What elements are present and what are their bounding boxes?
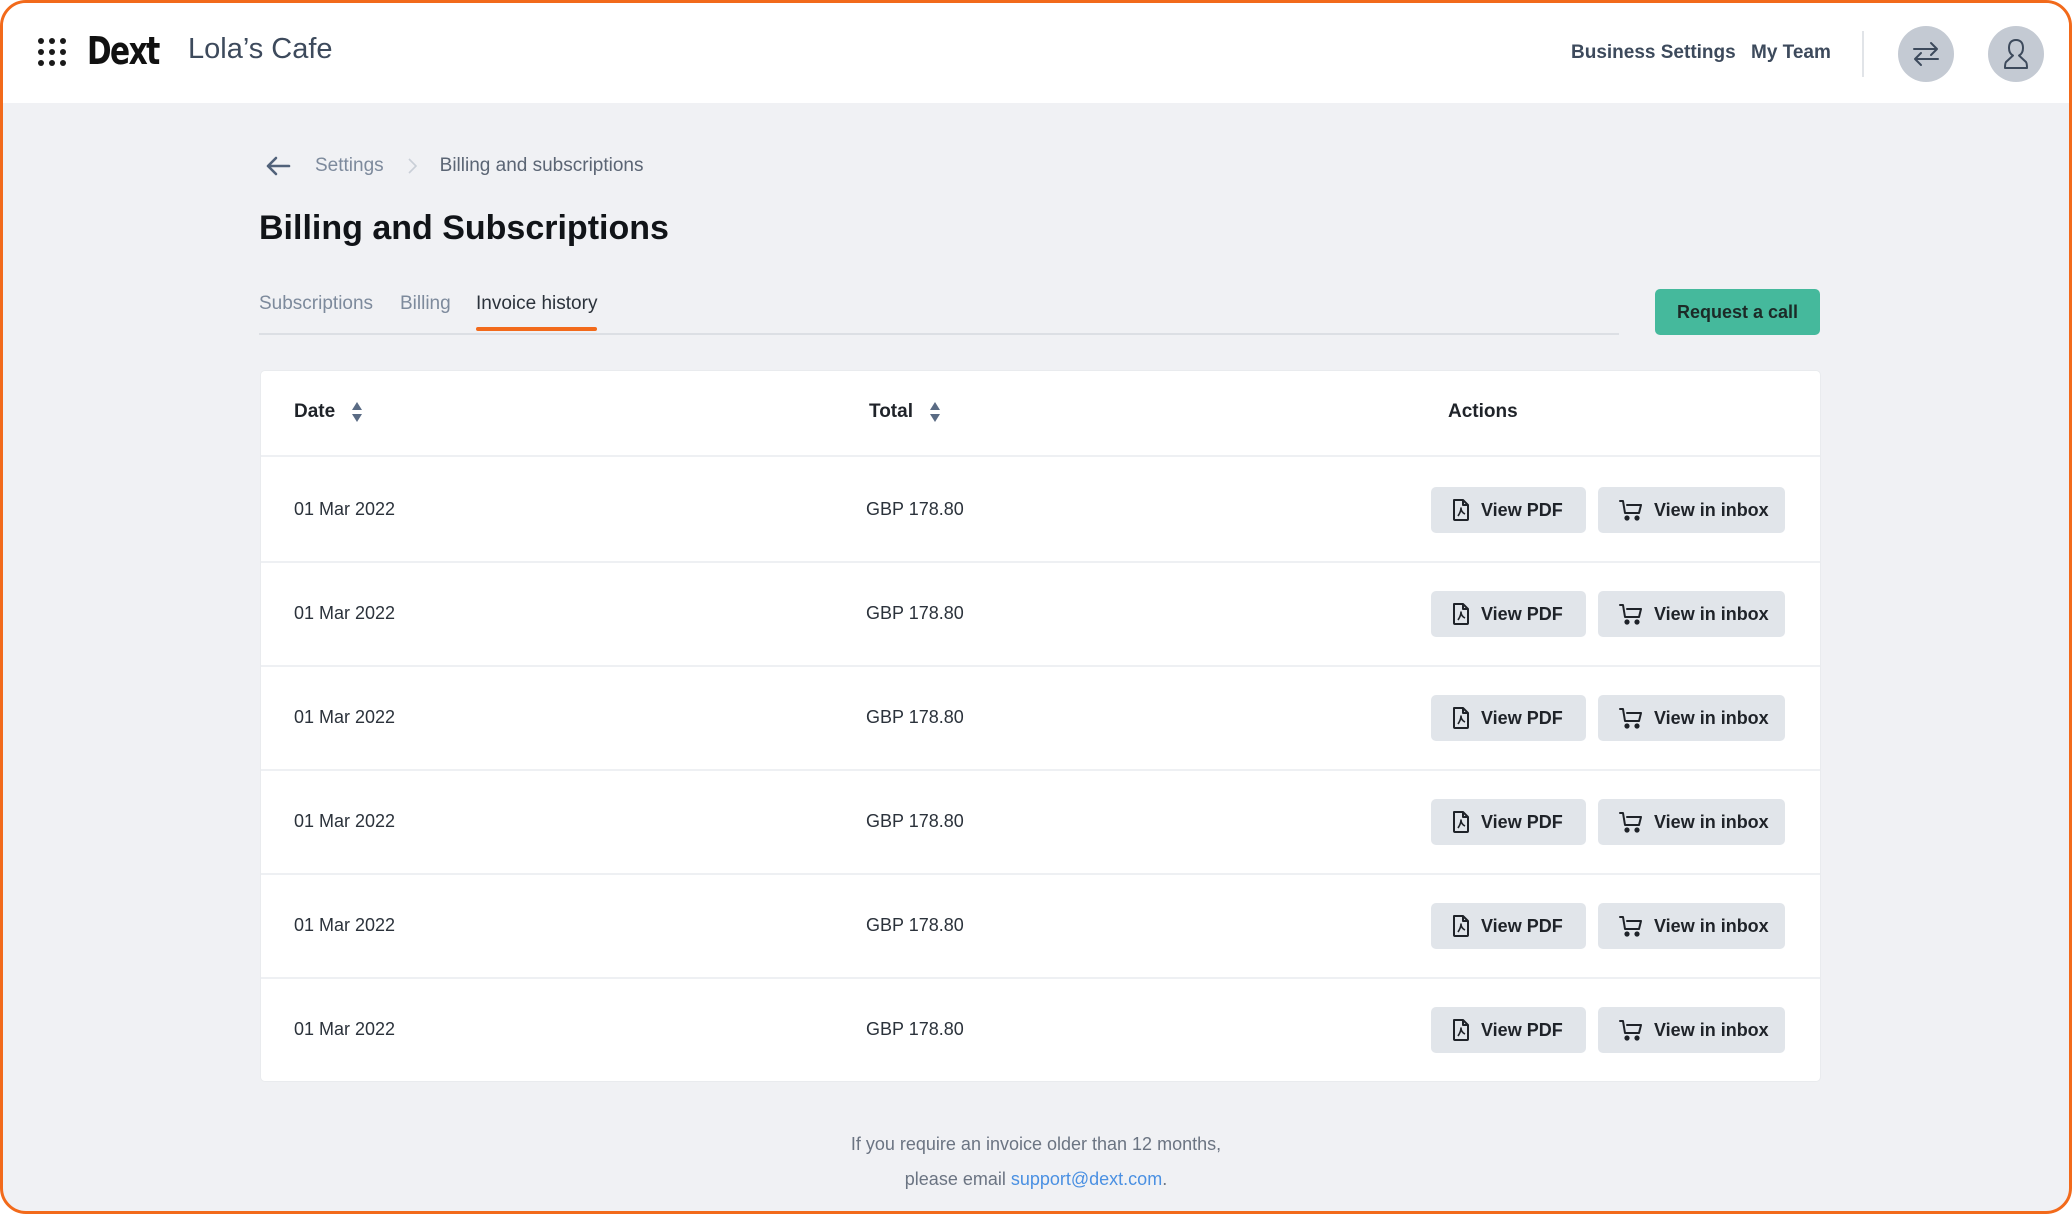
breadcrumb-current: Billing and subscriptions	[439, 155, 644, 176]
view-in-inbox-label: View in inbox	[1654, 707, 1769, 728]
switch-account-button[interactable]	[1898, 26, 1954, 82]
view-pdf-label: View PDF	[1481, 1019, 1563, 1040]
request-call-button[interactable]: Request a call	[1655, 289, 1820, 335]
view-in-inbox-label: View in inbox	[1654, 811, 1769, 832]
cart-icon	[1619, 812, 1642, 833]
cell-date: 01 Mar 2022	[294, 707, 396, 727]
chevron-right-icon	[408, 158, 417, 174]
view-in-inbox-button[interactable]: View in inbox	[1598, 799, 1785, 845]
view-pdf-button[interactable]: View PDF	[1431, 903, 1586, 949]
breadcrumb: Settings Billing and subscriptions	[265, 155, 644, 177]
sort-icon	[352, 402, 363, 422]
file-pdf-icon	[1453, 499, 1469, 521]
footer-line-1: If you require an invoice older than 12 …	[850, 1134, 1222, 1154]
view-in-inbox-button[interactable]: View in inbox	[1598, 1007, 1785, 1053]
table-row: 01 Mar 2022 GBP 178.80 View PDF View in inb…	[261, 459, 1820, 563]
view-pdf-button[interactable]: View PDF	[1431, 591, 1586, 637]
view-in-inbox-button[interactable]: View in inbox	[1598, 591, 1785, 637]
sort-icon	[929, 402, 940, 422]
cell-date: 01 Mar 2022	[294, 499, 396, 519]
view-in-inbox-label: View in inbox	[1654, 915, 1769, 936]
cell-date: 01 Mar 2022	[294, 603, 396, 623]
cart-icon	[1619, 916, 1642, 937]
file-pdf-icon	[1453, 603, 1469, 625]
view-in-inbox-button[interactable]: View in inbox	[1598, 903, 1785, 949]
support-email-link[interactable]: support@dext.com	[1011, 1169, 1162, 1189]
cell-total: GBP 178.80	[866, 603, 964, 623]
table-row: 01 Mar 2022 GBP 178.80 View PDF View in inb…	[261, 563, 1820, 667]
view-in-inbox-button[interactable]: View in inbox	[1598, 695, 1785, 741]
page-title: Billing and Subscriptions	[259, 209, 669, 247]
tab-billing[interactable]: Billing	[400, 293, 451, 329]
view-pdf-button[interactable]: View PDF	[1431, 695, 1586, 741]
arrow-left-icon[interactable]	[265, 155, 291, 177]
footer-line-2: please email support@dext.com.	[3, 1162, 2069, 1197]
file-pdf-icon	[1453, 811, 1469, 833]
top-navigation-bar: Dext Lola’s Cafe Business Settings My Te…	[3, 3, 2069, 103]
footer-note: If you require an invoice older than 12 …	[3, 1127, 2069, 1197]
cart-icon	[1619, 708, 1642, 729]
app-window: Dext Lola’s Cafe Business Settings My Te…	[0, 0, 2072, 1214]
swap-arrows-icon	[1913, 42, 1939, 66]
cell-total: GBP 178.80	[866, 915, 964, 935]
view-pdf-label: View PDF	[1481, 915, 1563, 936]
cell-total: GBP 178.80	[866, 499, 964, 519]
view-pdf-button[interactable]: View PDF	[1431, 799, 1586, 845]
view-in-inbox-label: View in inbox	[1654, 603, 1769, 624]
tab-invoice-history[interactable]: Invoice history	[476, 293, 598, 331]
view-pdf-label: View PDF	[1481, 499, 1563, 520]
view-pdf-label: View PDF	[1481, 811, 1563, 832]
company-name: Lola’s Cafe	[188, 33, 333, 65]
cell-total: GBP 178.80	[866, 811, 964, 831]
file-pdf-icon	[1453, 1019, 1469, 1041]
table-row: 01 Mar 2022 GBP 178.80 View PDF View in inb…	[261, 875, 1820, 979]
nav-business-settings[interactable]: Business Settings	[1571, 42, 1736, 64]
cart-icon	[1619, 604, 1642, 625]
dext-logo[interactable]: Dext	[87, 29, 160, 73]
view-pdf-button[interactable]: View PDF	[1431, 487, 1586, 533]
user-menu-button[interactable]	[1988, 26, 2044, 82]
nav-divider	[1862, 31, 1864, 77]
tab-bar: Subscriptions Billing Invoice history	[259, 293, 1619, 335]
table-row: 01 Mar 2022 GBP 178.80 View PDF View in inb…	[261, 771, 1820, 875]
cell-date: 01 Mar 2022	[294, 1019, 396, 1039]
view-pdf-label: View PDF	[1481, 707, 1563, 728]
column-header-label: Date	[294, 401, 336, 422]
grid-icon[interactable]	[38, 38, 66, 66]
file-pdf-icon	[1453, 707, 1469, 729]
cell-date: 01 Mar 2022	[294, 811, 396, 831]
cart-icon	[1619, 500, 1642, 521]
view-in-inbox-label: View in inbox	[1654, 1019, 1769, 1040]
user-icon	[2004, 39, 2028, 69]
cell-total: GBP 178.80	[866, 707, 964, 727]
cell-date: 01 Mar 2022	[294, 915, 396, 935]
file-pdf-icon	[1453, 915, 1469, 937]
breadcrumb-settings[interactable]: Settings	[315, 155, 384, 177]
table-row: 01 Mar 2022 GBP 178.80 View PDF View in inb…	[261, 979, 1820, 1083]
column-header-label: Total	[869, 401, 913, 422]
nav-my-team[interactable]: My Team	[1751, 42, 1831, 64]
table-row: 01 Mar 2022 GBP 178.80 View PDF View in inb…	[261, 667, 1820, 771]
column-header-total[interactable]: Total	[869, 401, 941, 423]
tab-baseline	[259, 333, 1619, 335]
footer-line-2-prefix: please email	[904, 1169, 1011, 1189]
invoice-table: Date Total Actions 01 Mar 2022 GBP 178.80…	[261, 371, 1820, 1081]
view-pdf-button[interactable]: View PDF	[1431, 1007, 1586, 1053]
tab-subscriptions[interactable]: Subscriptions	[259, 293, 373, 329]
view-pdf-label: View PDF	[1481, 603, 1563, 624]
view-in-inbox-button[interactable]: View in inbox	[1598, 487, 1785, 533]
cart-icon	[1619, 1020, 1642, 1041]
table-header: Date Total Actions	[261, 371, 1820, 457]
column-header-actions: Actions	[1448, 401, 1518, 423]
column-header-date[interactable]: Date	[294, 401, 363, 423]
view-in-inbox-label: View in inbox	[1654, 499, 1769, 520]
cell-total: GBP 178.80	[866, 1019, 964, 1039]
footer-line-2-suffix: .	[1162, 1169, 1168, 1189]
column-header-label: Actions	[1448, 401, 1518, 422]
